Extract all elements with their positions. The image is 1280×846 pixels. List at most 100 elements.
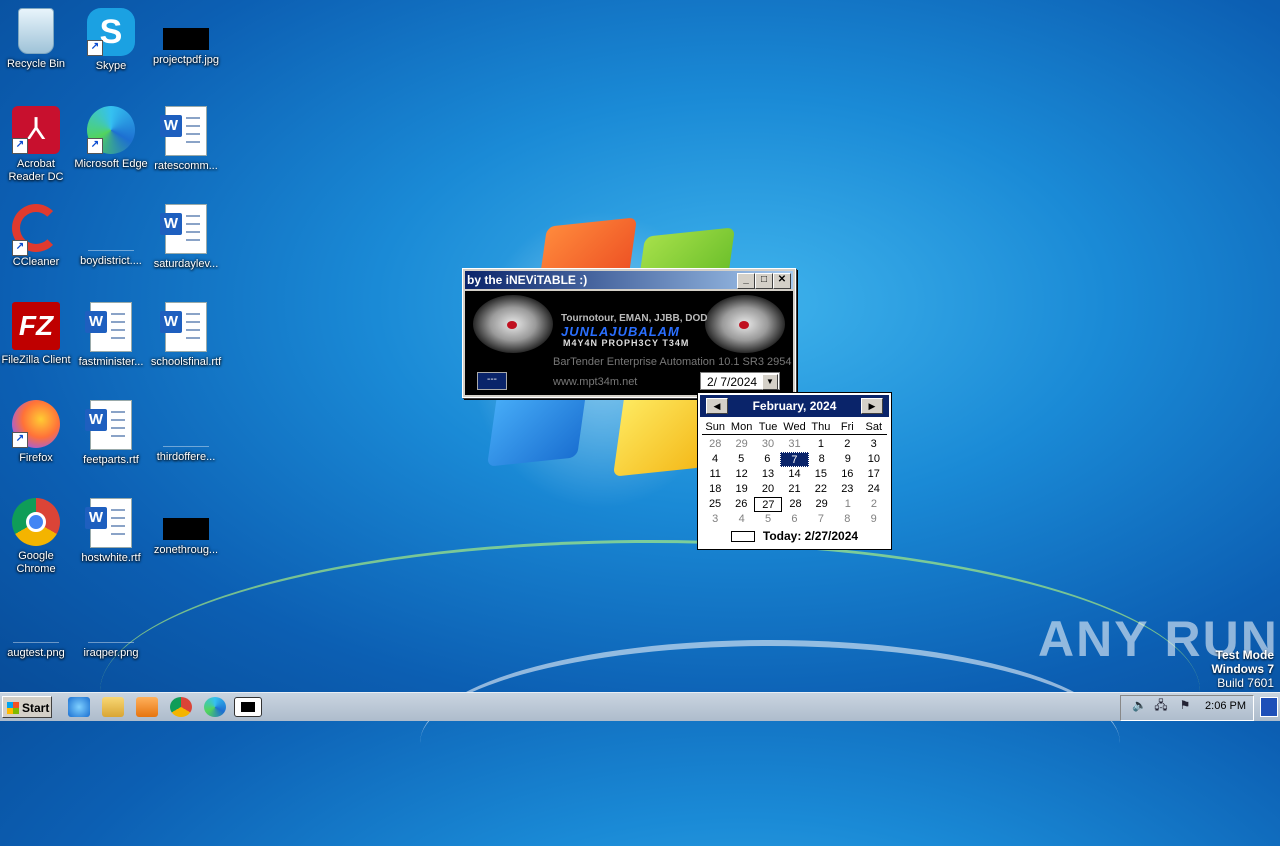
speaker-icon[interactable]: 🔈 (1132, 698, 1147, 712)
desktop-icon-feetparts[interactable]: W feetparts.rtf (73, 400, 149, 467)
minimize-button[interactable]: _ (737, 273, 755, 289)
calendar-day[interactable]: 4 (728, 512, 754, 527)
shortcut-arrow-icon: ↗ (12, 240, 28, 256)
calendar-day[interactable]: 9 (861, 512, 887, 527)
desktop-icon-fastminister[interactable]: W fastminister... (73, 302, 149, 369)
chevron-down-icon[interactable]: ▼ (762, 374, 778, 390)
calendar-day[interactable]: 5 (755, 512, 781, 527)
desktop-icon-filezilla[interactable]: FZ FileZilla Client (0, 302, 74, 367)
desktop-icon-ccleaner[interactable]: ↗ CCleaner (0, 204, 74, 269)
calendar-day[interactable]: 11 (702, 467, 728, 482)
network-icon[interactable]: 🖧 (1154, 698, 1168, 712)
desktop-icon-zonethroug[interactable]: zonethroug... (148, 498, 224, 557)
calendar-day[interactable]: 26 (728, 497, 754, 512)
window-titlebar[interactable]: by the iNEViTABLE :) _ □ ✕ (465, 271, 793, 289)
calendar-day[interactable]: 3 (861, 437, 887, 452)
image-file-icon (163, 28, 209, 50)
internet-explorer-icon[interactable] (68, 697, 90, 717)
calendar-day[interactable]: 10 (861, 452, 887, 467)
calendar-day[interactable]: 20 (755, 482, 781, 497)
calendar-day[interactable]: 18 (702, 482, 728, 497)
file-explorer-icon[interactable] (102, 697, 124, 717)
skype-icon: S ↗ (87, 8, 135, 56)
desktop-icon-edge[interactable]: ↗ Microsoft Edge (73, 106, 149, 171)
calendar-day[interactable]: 16 (834, 467, 860, 482)
calendar-day[interactable]: 7 (808, 512, 834, 527)
calendar-day[interactable]: 24 (861, 482, 887, 497)
calendar-day[interactable]: 31 (781, 437, 807, 452)
calendar-day[interactable]: 25 (702, 497, 728, 512)
calendar-day-selected[interactable]: 7 (780, 452, 809, 467)
calendar-day[interactable]: 9 (835, 452, 861, 467)
calendar-day[interactable]: 8 (834, 512, 860, 527)
weekday-label: Sun (705, 421, 725, 433)
wallpaper-swoosh-light (420, 640, 1120, 846)
show-desktop-icon[interactable] (1260, 697, 1278, 717)
weekday-label: Tue (758, 421, 778, 433)
calendar-day[interactable]: 28 (702, 437, 728, 452)
desktop-icon-label: Acrobat Reader DC (8, 158, 64, 183)
calendar-day[interactable]: 5 (728, 452, 754, 467)
calendar-day[interactable]: 30 (755, 437, 781, 452)
calendar-day[interactable]: 23 (834, 482, 860, 497)
calendar-day[interactable]: 4 (702, 452, 728, 467)
calendar-today-link[interactable]: Today: 2/27/2024 (698, 529, 891, 543)
calendar-day[interactable]: 17 (861, 467, 887, 482)
desktop-icon-recycle-bin[interactable]: Recycle Bin (0, 8, 74, 71)
prev-month-icon[interactable]: ◀ (706, 398, 728, 414)
active-window-taskbar-icon[interactable] (234, 697, 262, 717)
calendar-day[interactable]: 3 (702, 512, 728, 527)
media-player-icon[interactable] (136, 697, 158, 717)
desktop-icon-thirdoffere[interactable]: thirdoffere... (148, 400, 224, 464)
calendar-day-today[interactable]: 27 (754, 497, 783, 512)
calendar-day[interactable]: 6 (754, 452, 780, 467)
calendar-day[interactable]: 8 (809, 452, 835, 467)
date-picker[interactable]: 2/ 7/2024 ▼ (700, 372, 780, 390)
desktop-icon-acrobat[interactable]: ⅄ ↗ Acrobat Reader DC (0, 106, 74, 184)
desktop-icon-chrome[interactable]: Google Chrome (0, 498, 74, 576)
build-line: Build 7601 (1217, 676, 1274, 690)
edge-taskbar-icon[interactable] (204, 697, 226, 717)
maximize-button[interactable]: □ (755, 273, 773, 289)
calendar-day[interactable]: 2 (834, 437, 860, 452)
calendar-day[interactable]: 6 (781, 512, 807, 527)
calendar-day[interactable]: 29 (809, 497, 835, 512)
calendar-day[interactable]: 1 (808, 437, 834, 452)
taskbar-clock[interactable]: 2:06 PM (1205, 700, 1246, 712)
desktop-icon-projectpdf[interactable]: projectpdf.jpg (148, 8, 224, 67)
start-button[interactable]: Start (2, 696, 52, 718)
desktop-icon-saturdaylev[interactable]: W saturdaylev... (148, 204, 224, 271)
action-center-flag-icon[interactable]: ⚑ (1178, 698, 1192, 712)
calendar-day[interactable]: 19 (728, 482, 754, 497)
shortcut-arrow-icon: ↗ (12, 138, 28, 154)
desktop-icon-skype[interactable]: S ↗ Skype (73, 8, 149, 73)
calendar-day[interactable]: 22 (808, 482, 834, 497)
calendar-day[interactable]: 1 (835, 497, 861, 512)
calendar-day[interactable]: 13 (755, 467, 781, 482)
dash-button[interactable]: --- (477, 372, 507, 390)
close-button[interactable]: ✕ (773, 273, 791, 289)
calendar-day[interactable]: 14 (781, 467, 807, 482)
chrome-taskbar-icon[interactable] (170, 697, 192, 717)
desktop-icon-firefox[interactable]: ↗ Firefox (0, 400, 74, 465)
desktop-icon-label: ratescomm... (154, 160, 218, 172)
word-document-icon: W (160, 204, 207, 254)
word-document-icon: W (85, 302, 132, 352)
calendar-day[interactable]: 21 (781, 482, 807, 497)
desktop-icon-schoolsfinal[interactable]: W schoolsfinal.rtf (148, 302, 224, 369)
calendar-header: ◀ February, 2024 ▶ (700, 395, 889, 417)
desktop-icon-boydistrict[interactable]: boydistrict.... (73, 204, 149, 268)
filezilla-icon: FZ (12, 302, 60, 350)
desktop-icon-iraqper[interactable]: iraqper.png (73, 596, 149, 660)
calendar-day[interactable]: 28 (782, 497, 808, 512)
desktop-icon-augtest[interactable]: augtest.png (0, 596, 74, 660)
calendar-day[interactable]: 15 (808, 467, 834, 482)
calendar-day[interactable]: 2 (861, 497, 887, 512)
calendar-day[interactable]: 12 (728, 467, 754, 482)
image-file-icon (163, 518, 209, 540)
calendar-day[interactable]: 29 (728, 437, 754, 452)
desktop-icon-hostwhite[interactable]: W hostwhite.rtf (73, 498, 149, 565)
next-month-icon[interactable]: ▶ (861, 398, 883, 414)
desktop-icon-label: Google Chrome (16, 550, 56, 575)
desktop-icon-ratescomm[interactable]: W ratescomm... (148, 106, 224, 173)
